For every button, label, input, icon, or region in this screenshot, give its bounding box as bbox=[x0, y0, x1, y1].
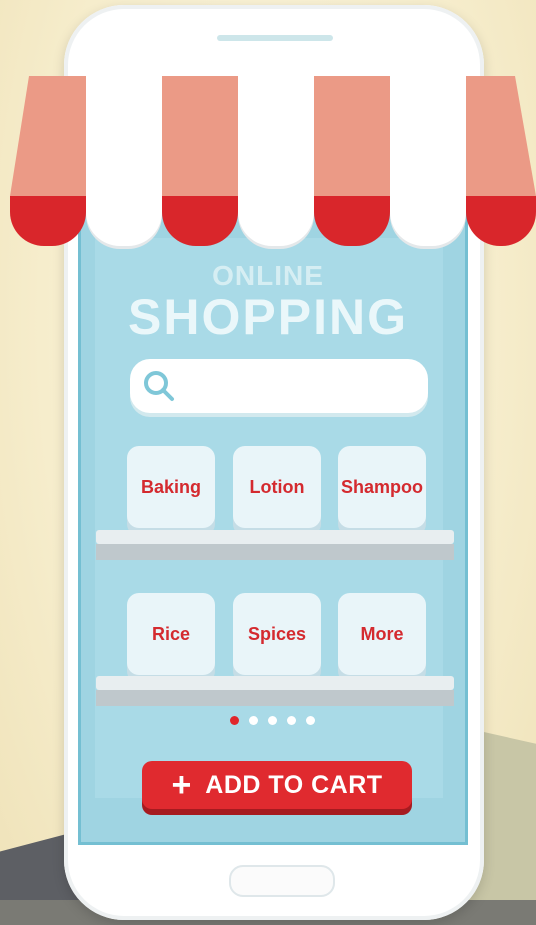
page-dot[interactable] bbox=[268, 716, 277, 725]
search-input[interactable] bbox=[186, 369, 420, 405]
add-to-cart-button[interactable]: + ADD TO CART bbox=[142, 761, 412, 809]
shelf bbox=[96, 676, 454, 706]
category-label: Lotion bbox=[249, 476, 305, 497]
pagination-dots bbox=[230, 716, 315, 725]
category-tile-baking[interactable]: Baking bbox=[127, 446, 215, 528]
awning-stripe bbox=[162, 76, 238, 196]
category-label: Rice bbox=[151, 623, 191, 644]
awning-scallop bbox=[390, 196, 466, 246]
category-label: Spices bbox=[247, 623, 307, 644]
awning-stripe bbox=[86, 76, 162, 196]
category-tile-more[interactable]: More bbox=[338, 593, 426, 675]
category-tile-shampoo[interactable]: Shampoo bbox=[338, 446, 426, 528]
awning-scallop bbox=[314, 196, 390, 246]
awning-stripe bbox=[10, 76, 86, 196]
home-button[interactable] bbox=[229, 865, 335, 897]
shelf-top bbox=[96, 530, 454, 544]
awning-stripe bbox=[238, 76, 314, 196]
phone-speaker bbox=[217, 35, 333, 41]
awning-scallop bbox=[466, 196, 536, 246]
shelf-front bbox=[96, 690, 454, 706]
search-bar[interactable] bbox=[130, 359, 428, 413]
awning-scallop bbox=[86, 196, 162, 246]
page-dot[interactable] bbox=[306, 716, 315, 725]
awning-stripe bbox=[390, 76, 466, 196]
category-label: Shampoo bbox=[340, 476, 423, 497]
awning-stripe bbox=[314, 76, 390, 196]
awning-stripe bbox=[466, 76, 536, 196]
search-icon[interactable] bbox=[142, 369, 176, 403]
title-shopping: SHOPPING bbox=[128, 289, 408, 345]
add-to-cart-label: ADD TO CART bbox=[205, 770, 383, 799]
shelf-top bbox=[96, 676, 454, 690]
shelf bbox=[96, 530, 454, 560]
category-label: Baking bbox=[140, 476, 201, 497]
shelf-front bbox=[96, 544, 454, 560]
plus-icon: + bbox=[171, 766, 192, 804]
category-tile-lotion[interactable]: Lotion bbox=[233, 446, 321, 528]
page-dot[interactable] bbox=[287, 716, 296, 725]
awning-scallop bbox=[162, 196, 238, 246]
category-label: More bbox=[360, 623, 404, 644]
awning-scallop bbox=[238, 196, 314, 246]
store-awning bbox=[10, 76, 536, 246]
awning-scallop bbox=[10, 196, 86, 246]
page-dot[interactable] bbox=[249, 716, 258, 725]
category-tile-spices[interactable]: Spices bbox=[233, 593, 321, 675]
category-tile-rice[interactable]: Rice bbox=[127, 593, 215, 675]
page-dot[interactable] bbox=[230, 716, 239, 725]
